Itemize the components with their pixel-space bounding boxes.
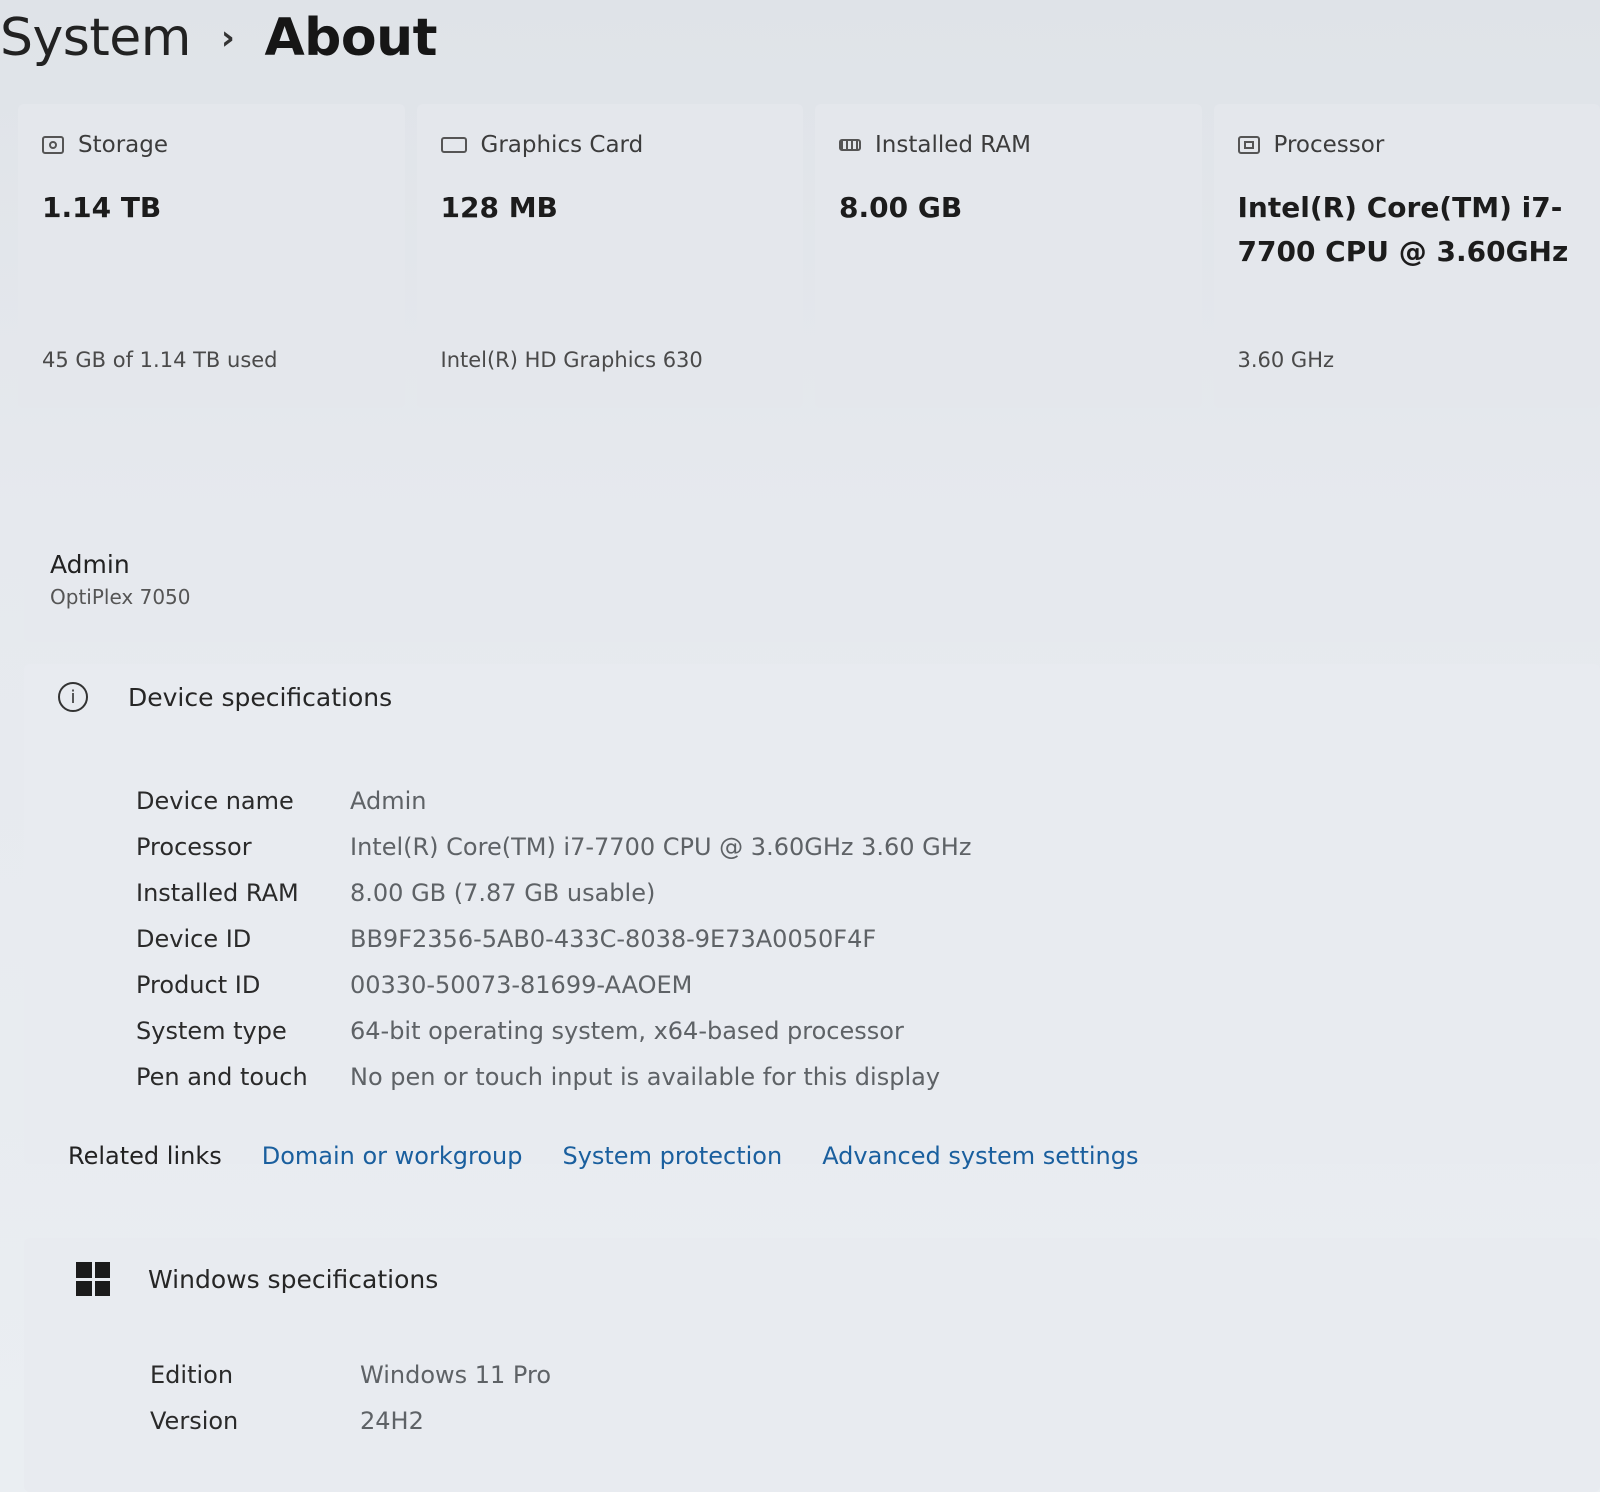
related-links: Related links Domain or workgroup System…: [68, 1142, 1138, 1170]
spec-value: BB9F2356-5AB0-433C-8038-9E73A0050F4F: [350, 925, 877, 953]
spec-row: Edition Windows 11 Pro: [150, 1352, 551, 1398]
spec-label: Pen and touch: [136, 1063, 308, 1091]
spec-value: No pen or touch input is available for t…: [350, 1063, 941, 1091]
spec-value: 00330-50073-81699-AAOEM: [350, 971, 693, 999]
installed-ram-card[interactable]: Installed RAM 8.00 GB: [815, 104, 1202, 408]
section-title: Windows specifications: [148, 1264, 439, 1294]
card-title: Graphics Card: [480, 132, 644, 158]
domain-or-workgroup-link[interactable]: Domain or workgroup: [262, 1142, 523, 1170]
spec-label: Device name: [136, 787, 294, 815]
card-value: 8.00 GB: [839, 191, 963, 224]
device-specifications-section: i Device specifications Device name Admi…: [24, 664, 1600, 1164]
spec-value: Intel(R) Core(TM) i7-7700 CPU @ 3.60GHz …: [350, 833, 972, 861]
spec-label: Installed RAM: [136, 879, 299, 907]
device-model: OptiPlex 7050: [50, 585, 191, 609]
spec-label: Product ID: [136, 971, 261, 999]
processor-card[interactable]: Processor Intel(R) Core(TM) i7-7700 CPU …: [1213, 104, 1600, 408]
chevron-right-icon: ›: [220, 18, 235, 58]
spec-value: Windows 11 Pro: [360, 1361, 552, 1389]
ram-icon: [839, 139, 861, 151]
card-value: Intel(R) Core(TM) i7-7700 CPU @ 3.60GHz: [1237, 191, 1569, 268]
card-title: Storage: [78, 132, 168, 158]
advanced-system-settings-link[interactable]: Advanced system settings: [822, 1142, 1138, 1170]
spec-row: System type 64-bit operating system, x64…: [136, 1008, 971, 1054]
related-links-title: Related links: [68, 1142, 222, 1170]
card-title: Installed RAM: [875, 132, 1031, 158]
page-title: About: [264, 8, 438, 68]
graphics-card-card[interactable]: Graphics Card 128 MB Intel(R) HD Graphic…: [416, 104, 803, 408]
spec-row: Pen and touch No pen or touch input is a…: [136, 1054, 971, 1100]
windows-spec-rows: Edition Windows 11 Pro Version 24H2: [150, 1352, 551, 1444]
graphics-card-icon: [440, 137, 467, 153]
spec-label: Device ID: [136, 925, 252, 953]
storage-icon: [42, 136, 64, 154]
system-protection-link[interactable]: System protection: [562, 1142, 782, 1170]
card-subtitle: 3.60 GHz: [1237, 348, 1335, 372]
spec-label: Processor: [136, 833, 252, 861]
windows-specifications-section: Windows specifications Edition Windows 1…: [24, 1238, 1600, 1492]
spec-value: 8.00 GB (7.87 GB usable): [350, 879, 656, 907]
spec-value: Admin: [350, 787, 427, 815]
card-subtitle: Intel(R) HD Graphics 630: [440, 348, 703, 372]
section-title: Device specifications: [128, 682, 393, 712]
spec-row: Processor Intel(R) Core(TM) i7-7700 CPU …: [136, 824, 971, 870]
spec-label: Version: [150, 1407, 239, 1435]
spec-row: Device ID BB9F2356-5AB0-433C-8038-9E73A0…: [136, 916, 971, 962]
device-name-block[interactable]: Admin OptiPlex 7050: [24, 518, 1600, 642]
card-subtitle: 45 GB of 1.14 TB used: [42, 348, 278, 372]
processor-icon: [1237, 136, 1260, 154]
card-value: 1.14 TB: [42, 191, 162, 224]
storage-card[interactable]: Storage 1.14 TB 45 GB of 1.14 TB used: [18, 104, 405, 408]
card-title: Processor: [1273, 132, 1385, 158]
device-spec-rows: Device name Admin Processor Intel(R) Cor…: [136, 778, 971, 1100]
spec-label: System type: [136, 1017, 287, 1045]
windows-specifications-header[interactable]: Windows specifications: [76, 1262, 438, 1296]
windows-logo-icon: [76, 1262, 110, 1296]
card-value: 128 MB: [440, 191, 558, 224]
breadcrumb-system[interactable]: System: [0, 8, 191, 68]
hardware-summary-cards: Storage 1.14 TB 45 GB of 1.14 TB used Gr…: [18, 104, 1600, 408]
info-icon: i: [58, 682, 88, 712]
spec-row: Installed RAM 8.00 GB (7.87 GB usable): [136, 870, 971, 916]
breadcrumb: System › About: [0, 0, 438, 76]
spec-row: Device name Admin: [136, 778, 971, 824]
spec-value: 64-bit operating system, x64-based proce…: [350, 1017, 904, 1045]
spec-row: Product ID 00330-50073-81699-AAOEM: [136, 962, 971, 1008]
spec-value: 24H2: [360, 1407, 424, 1435]
spec-label: Edition: [150, 1361, 234, 1389]
device-name: Admin: [50, 550, 130, 579]
spec-row: Version 24H2: [150, 1398, 551, 1444]
device-specifications-header[interactable]: i Device specifications: [58, 682, 392, 712]
